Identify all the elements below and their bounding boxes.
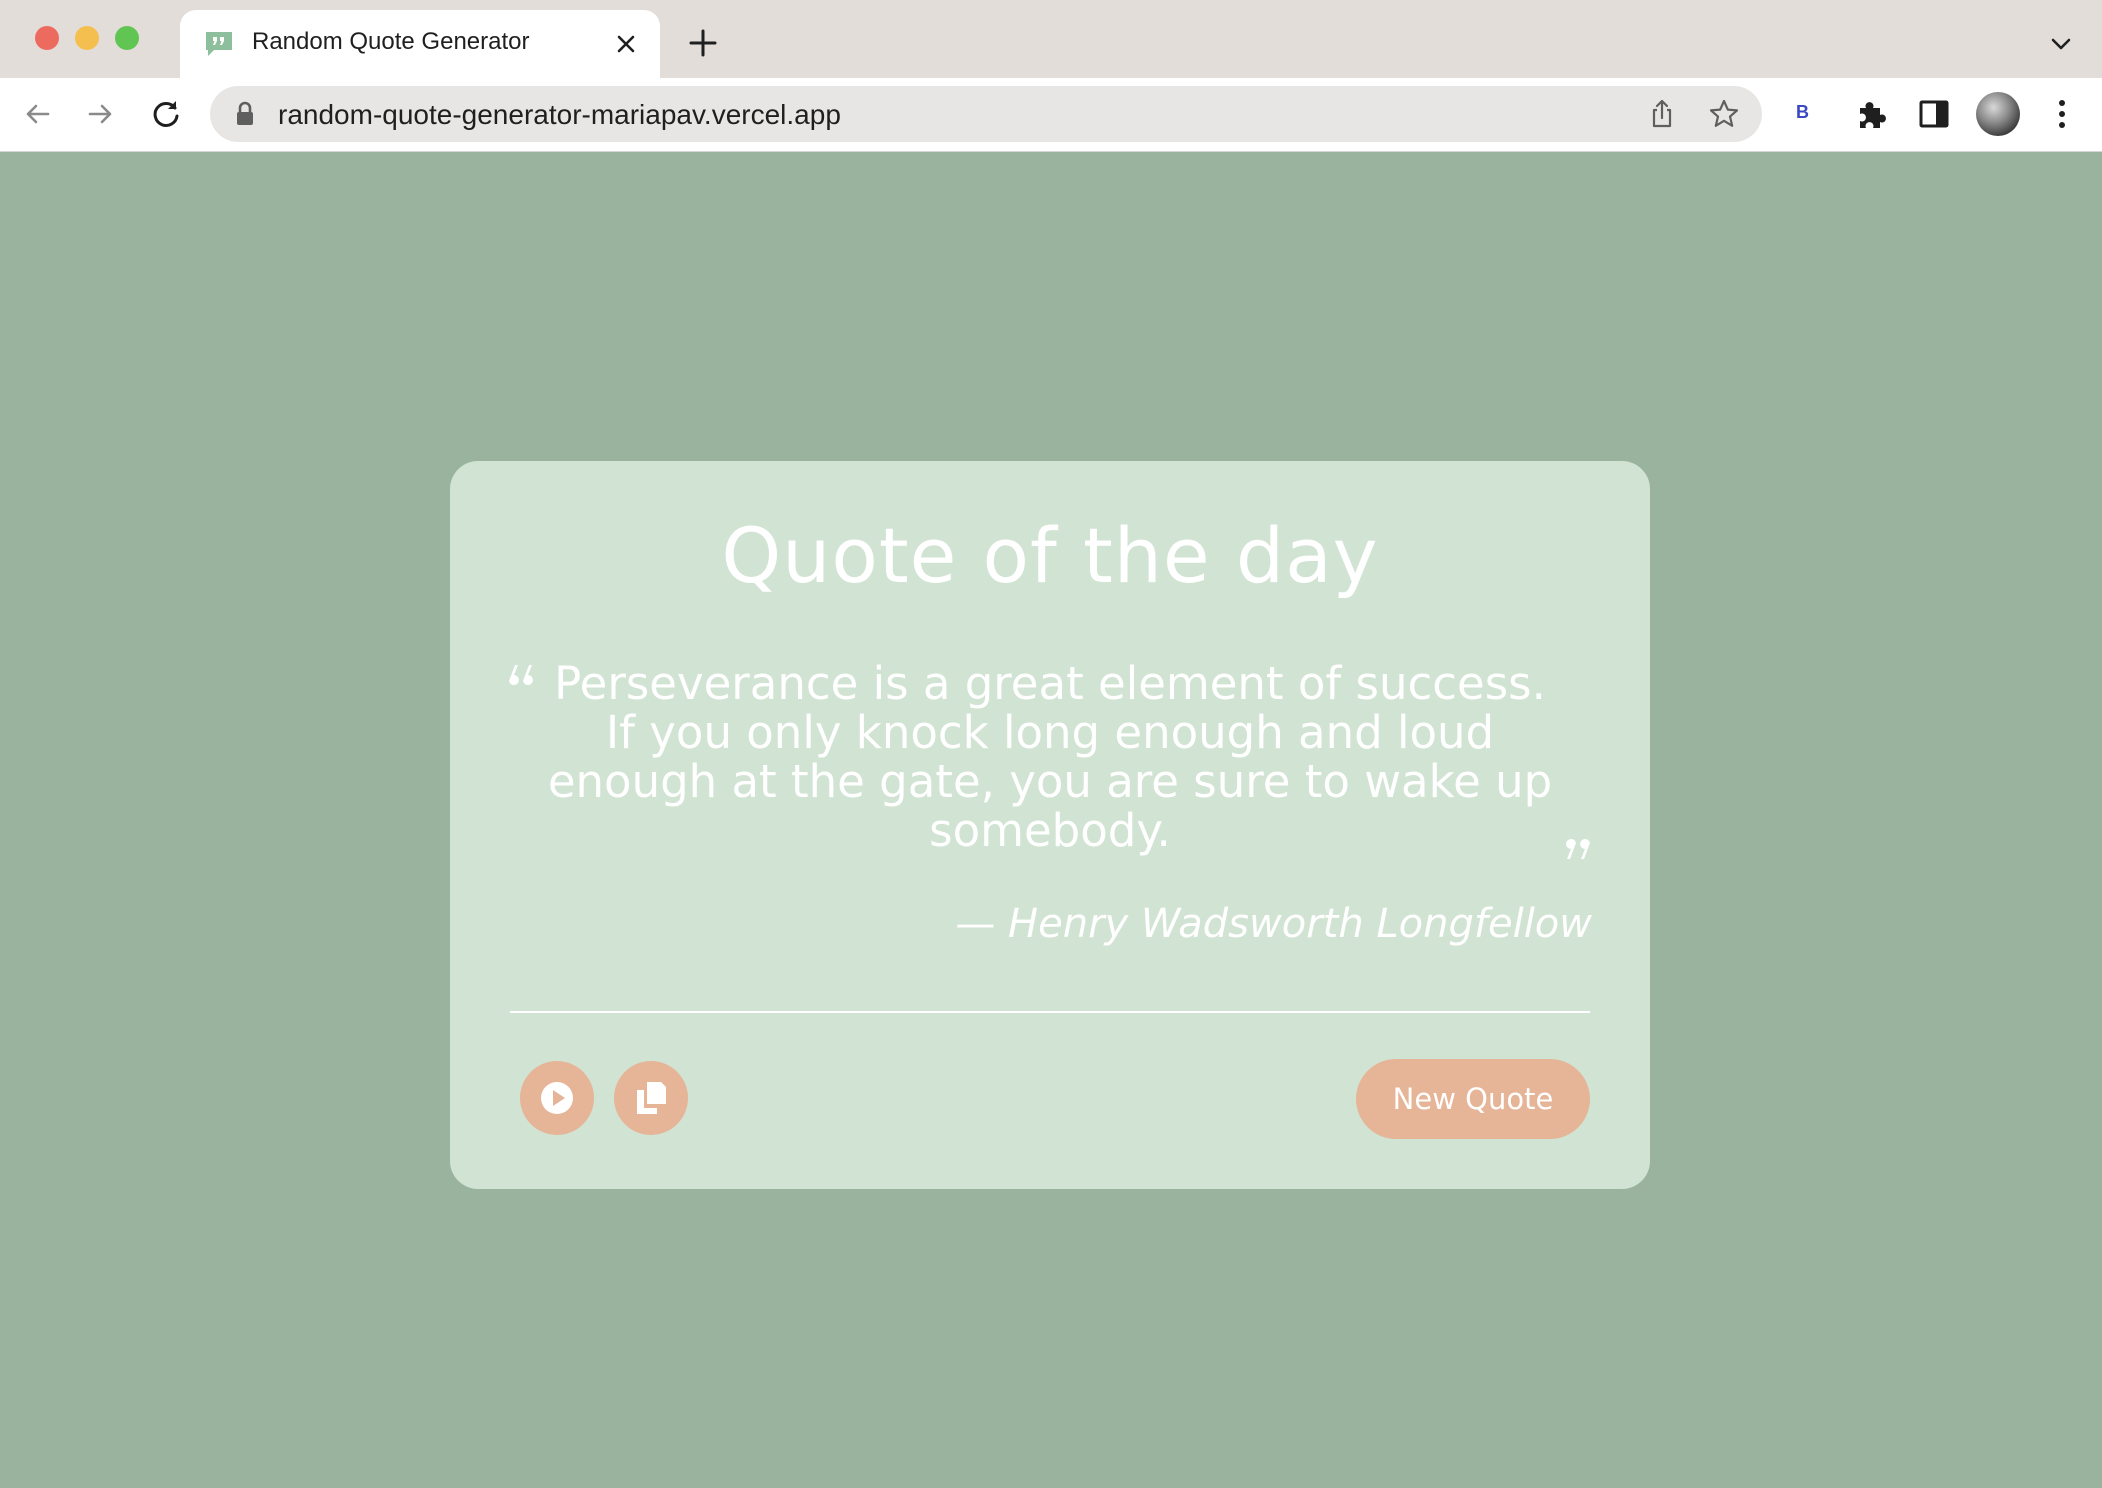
quote-author: — Henry Wadsworth Longfellow — [955, 901, 1592, 947]
close-icon[interactable] — [612, 30, 640, 58]
browser-tab-bar: Random Quote Generator — [0, 0, 2102, 78]
copy-button[interactable] — [614, 1061, 688, 1135]
quote-text: Perseverance is a great element of succe… — [547, 657, 1553, 857]
lock-icon[interactable] — [234, 101, 256, 127]
window-zoom-button[interactable] — [115, 26, 139, 50]
arrow-right-icon[interactable] — [82, 96, 118, 132]
window-close-button[interactable] — [35, 26, 59, 50]
page-background: Quote of the day Perseverance is a great… — [0, 152, 2102, 1488]
speak-button[interactable] — [520, 1061, 594, 1135]
side-panel-icon[interactable] — [1918, 98, 1950, 130]
profile-avatar[interactable] — [1976, 92, 2020, 136]
open-quote-icon — [509, 665, 533, 685]
extension-b-button[interactable]: B — [1796, 102, 1809, 123]
reload-icon[interactable] — [148, 96, 184, 132]
url-text[interactable]: random-quote-generator-mariapav.vercel.a… — [278, 99, 841, 131]
plus-icon[interactable] — [688, 28, 718, 58]
quote-bubble-icon — [206, 32, 232, 56]
kebab-menu-icon[interactable] — [2052, 96, 2072, 132]
star-icon[interactable] — [1708, 98, 1740, 130]
card-title: Quote of the day — [721, 511, 1379, 600]
puzzle-icon[interactable] — [1854, 96, 1890, 132]
arrow-left-icon[interactable] — [20, 96, 56, 132]
close-quote-icon — [1566, 839, 1590, 859]
chevron-down-icon[interactable] — [2046, 32, 2076, 56]
browser-toolbar: random-quote-generator-mariapav.vercel.a… — [0, 78, 2102, 152]
window-minimize-button[interactable] — [75, 26, 99, 50]
share-icon[interactable] — [1646, 98, 1678, 130]
quote-card: Quote of the day Perseverance is a great… — [450, 461, 1650, 1189]
tab-title: Random Quote Generator — [252, 28, 530, 55]
address-bar[interactable]: random-quote-generator-mariapav.vercel.a… — [210, 86, 1762, 142]
new-quote-button[interactable]: New Quote — [1356, 1059, 1590, 1139]
play-icon — [541, 1082, 573, 1114]
copy-icon — [637, 1082, 666, 1114]
active-tab[interactable]: Random Quote Generator — [180, 10, 660, 78]
divider — [510, 1011, 1590, 1013]
